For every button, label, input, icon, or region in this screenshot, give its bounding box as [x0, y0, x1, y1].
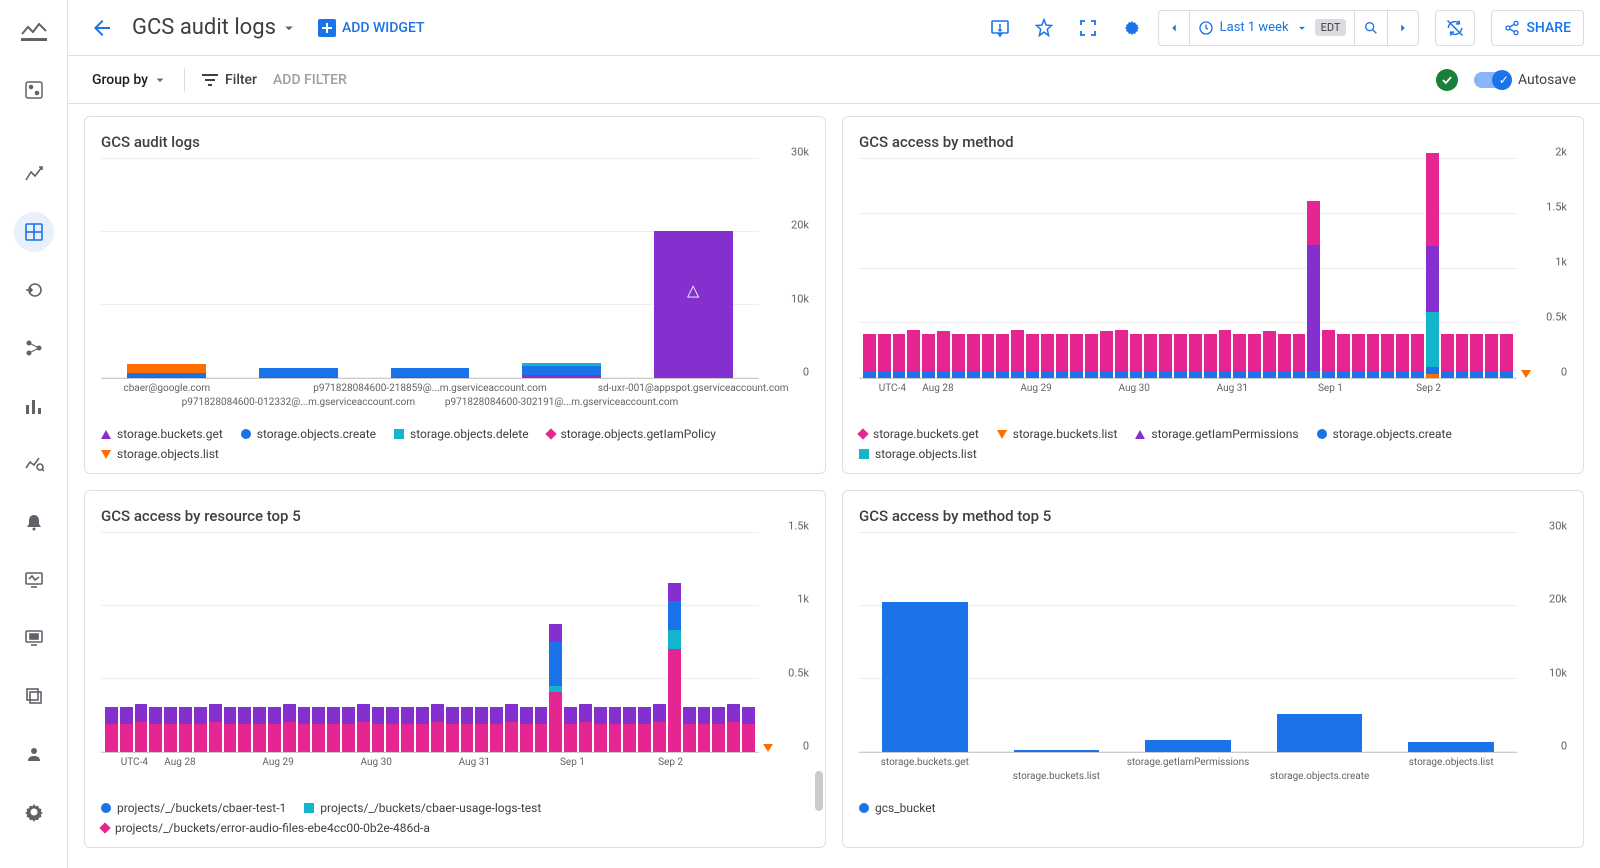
legend-item[interactable]: storage.buckets.list — [997, 427, 1118, 441]
nav-uptime-icon[interactable] — [14, 560, 54, 600]
chart-legend: storage.buckets.get storage.buckets.list s… — [859, 427, 1567, 461]
nav-settings-icon[interactable] — [14, 792, 54, 832]
dashboard-title[interactable]: GCS audit logs — [132, 15, 298, 40]
share-icon — [1504, 20, 1520, 36]
add-widget-button[interactable]: ADD WIDGET — [318, 19, 425, 37]
chart-title: GCS audit logs — [101, 133, 809, 151]
nav-monitor-icon[interactable] — [14, 618, 54, 658]
left-nav — [0, 0, 68, 868]
nav-item-1[interactable] — [14, 70, 54, 110]
filter-button[interactable]: Filter — [201, 72, 257, 88]
chart-title: GCS access by method top 5 — [859, 507, 1567, 525]
chart-title: GCS access by method — [859, 133, 1567, 151]
chart-legend: gcs_bucket — [859, 801, 1567, 815]
nav-metrics-icon[interactable] — [14, 154, 54, 194]
legend-item[interactable]: storage.objects.list — [101, 447, 219, 461]
legend-item[interactable]: projects/_/buckets/error-audio-files-ebe… — [101, 821, 430, 835]
time-next-button[interactable] — [1388, 11, 1418, 45]
auto-refresh-off-icon[interactable] — [1435, 10, 1475, 46]
chevron-down-icon — [1295, 21, 1309, 35]
time-range-picker: Last 1 week EDT — [1158, 10, 1420, 46]
group-by-dropdown[interactable]: Group by — [92, 72, 168, 88]
dashboard-title-text: GCS audit logs — [132, 15, 276, 40]
nav-item-4[interactable] — [14, 270, 54, 310]
chart-card-gcs-access-by-resource-top5[interactable]: GCS access by resource top 5 00.5k1k1.5k… — [84, 490, 826, 848]
chart-plot: 00.5k1k1.5k2kUTC-4Aug 28Aug 29Aug 30Aug … — [859, 159, 1567, 419]
add-filter-button[interactable]: ADD FILTER — [273, 72, 347, 88]
fullscreen-icon[interactable] — [1070, 10, 1106, 46]
timezone-badge: EDT — [1315, 19, 1347, 36]
time-range-button[interactable]: Last 1 week EDT — [1190, 11, 1356, 45]
time-search-button[interactable] — [1355, 11, 1388, 45]
filter-bar: Group by Filter ADD FILTER ✓ Autosave — [68, 56, 1600, 104]
nav-dashboards-icon[interactable] — [14, 212, 54, 252]
nav-user-icon[interactable] — [14, 734, 54, 774]
legend-item[interactable]: projects/_/buckets/cbaer-test-1 — [101, 801, 286, 815]
scrollbar-thumb[interactable] — [815, 771, 823, 811]
legend-item[interactable]: storage.getIamPermissions — [1135, 427, 1298, 441]
nav-alerting-icon[interactable] — [14, 502, 54, 542]
legend-item[interactable]: storage.objects.getIamPolicy — [547, 427, 716, 441]
chevron-down-icon — [152, 72, 168, 88]
chart-legend: projects/_/buckets/cbaer-test-1 projects/… — [101, 801, 809, 835]
chart-plot: 010k20k30kstorage.buckets.getstorage.buc… — [859, 533, 1567, 793]
product-logo[interactable] — [14, 12, 54, 52]
chevron-down-icon — [280, 19, 298, 37]
nav-explore-icon[interactable] — [14, 444, 54, 484]
back-button[interactable] — [84, 10, 120, 46]
legend-item[interactable]: storage.objects.list — [859, 447, 977, 461]
settings-icon[interactable] — [1114, 10, 1150, 46]
legend-item[interactable]: projects/_/buckets/cbaer-usage-logs-test — [304, 801, 541, 815]
chart-card-gcs-access-by-method[interactable]: GCS access by method 00.5k1k1.5k2kUTC-4A… — [842, 116, 1584, 474]
clock-icon — [1198, 20, 1214, 36]
nav-bars-icon[interactable] — [14, 386, 54, 426]
legend-item[interactable]: gcs_bucket — [859, 801, 936, 815]
autosave-toggle[interactable]: ✓ Autosave — [1474, 72, 1576, 88]
chart-plot: △010k20k30kcbaer@google.comp971828084600… — [101, 159, 809, 419]
legend-item[interactable]: storage.objects.delete — [394, 427, 529, 441]
nav-services-icon[interactable] — [14, 328, 54, 368]
chart-plot: 00.5k1k1.5kUTC-4Aug 28Aug 29Aug 30Aug 31… — [101, 533, 809, 793]
dashboard-content: GCS audit logs △010k20k30kcbaer@google.c… — [68, 104, 1600, 868]
legend-item[interactable]: storage.buckets.get — [101, 427, 223, 441]
filter-icon — [201, 73, 219, 87]
annotation-icon[interactable] — [982, 10, 1018, 46]
time-prev-button[interactable] — [1159, 11, 1190, 45]
legend-item[interactable]: storage.buckets.get — [859, 427, 979, 441]
plus-box-icon — [318, 19, 336, 37]
chart-card-gcs-access-by-method-top5[interactable]: GCS access by method top 5 010k20k30ksto… — [842, 490, 1584, 848]
chart-card-gcs-audit-logs[interactable]: GCS audit logs △010k20k30kcbaer@google.c… — [84, 116, 826, 474]
legend-item[interactable]: storage.objects.create — [241, 427, 376, 441]
top-bar: GCS audit logs ADD WIDGET Last 1 week ED… — [68, 0, 1600, 56]
saved-check-icon — [1436, 69, 1458, 91]
star-icon[interactable] — [1026, 10, 1062, 46]
nav-groups-icon[interactable] — [14, 676, 54, 716]
chart-legend: storage.buckets.get storage.objects.creat… — [101, 427, 809, 461]
legend-item[interactable]: storage.objects.create — [1317, 427, 1452, 441]
share-button[interactable]: SHARE — [1491, 10, 1584, 46]
chart-title: GCS access by resource top 5 — [101, 507, 809, 525]
